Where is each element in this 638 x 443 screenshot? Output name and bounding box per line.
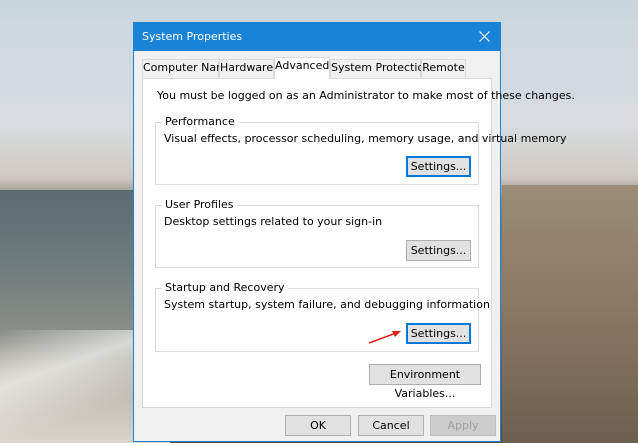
tab-system-protection[interactable]: System Protection xyxy=(330,59,431,77)
advanced-tab-panel: You must be logged on as an Administrato… xyxy=(142,78,575,408)
tab-computer-name[interactable]: Computer Name xyxy=(142,59,234,77)
startup-recovery-title: Startup and Recovery xyxy=(162,281,288,294)
cancel-button[interactable]: Cancel xyxy=(358,415,424,436)
environment-variables-button[interactable]: Environment Variables... xyxy=(369,364,481,400)
performance-settings-button[interactable]: Settings... xyxy=(406,156,471,177)
close-button[interactable] xyxy=(468,23,500,51)
tab-advanced[interactable]: Advanced xyxy=(274,57,330,79)
apply-button[interactable]: Apply xyxy=(430,415,496,436)
startup-recovery-settings-button[interactable]: Settings... xyxy=(406,323,471,344)
window-title: System Properties xyxy=(142,30,243,43)
tab-hardware[interactable]: Hardware xyxy=(219,59,274,77)
performance-group: Performance Visual effects, processor sc… xyxy=(155,115,567,185)
user-profiles-group: User Profiles Desktop settings related t… xyxy=(155,198,479,268)
tab-label: Remote xyxy=(422,61,465,74)
close-icon xyxy=(479,31,490,42)
tab-label: System Protection xyxy=(331,61,432,74)
user-profiles-title: User Profiles xyxy=(162,198,237,211)
desktop-sand xyxy=(502,185,638,443)
system-properties-window: System Properties Computer Name Hardware… xyxy=(133,22,575,442)
ok-button[interactable]: OK xyxy=(285,415,351,436)
user-profiles-settings-button[interactable]: Settings... xyxy=(406,240,471,261)
desktop-foam xyxy=(0,330,150,443)
user-profiles-description: Desktop settings related to your sign-in xyxy=(164,215,383,228)
startup-recovery-group: Startup and Recovery System startup, sys… xyxy=(155,281,490,352)
admin-notice: You must be logged on as an Administrato… xyxy=(157,89,575,102)
tab-label: Hardware xyxy=(220,61,274,74)
startup-recovery-description: System startup, system failure, and debu… xyxy=(164,298,490,311)
tab-label: Advanced xyxy=(275,59,330,72)
tab-remote[interactable]: Remote xyxy=(421,59,466,77)
red-arrow-icon xyxy=(368,331,401,344)
performance-description: Visual effects, processor scheduling, me… xyxy=(164,132,567,145)
performance-title: Performance xyxy=(162,115,238,128)
title-bar[interactable]: System Properties xyxy=(134,23,500,51)
